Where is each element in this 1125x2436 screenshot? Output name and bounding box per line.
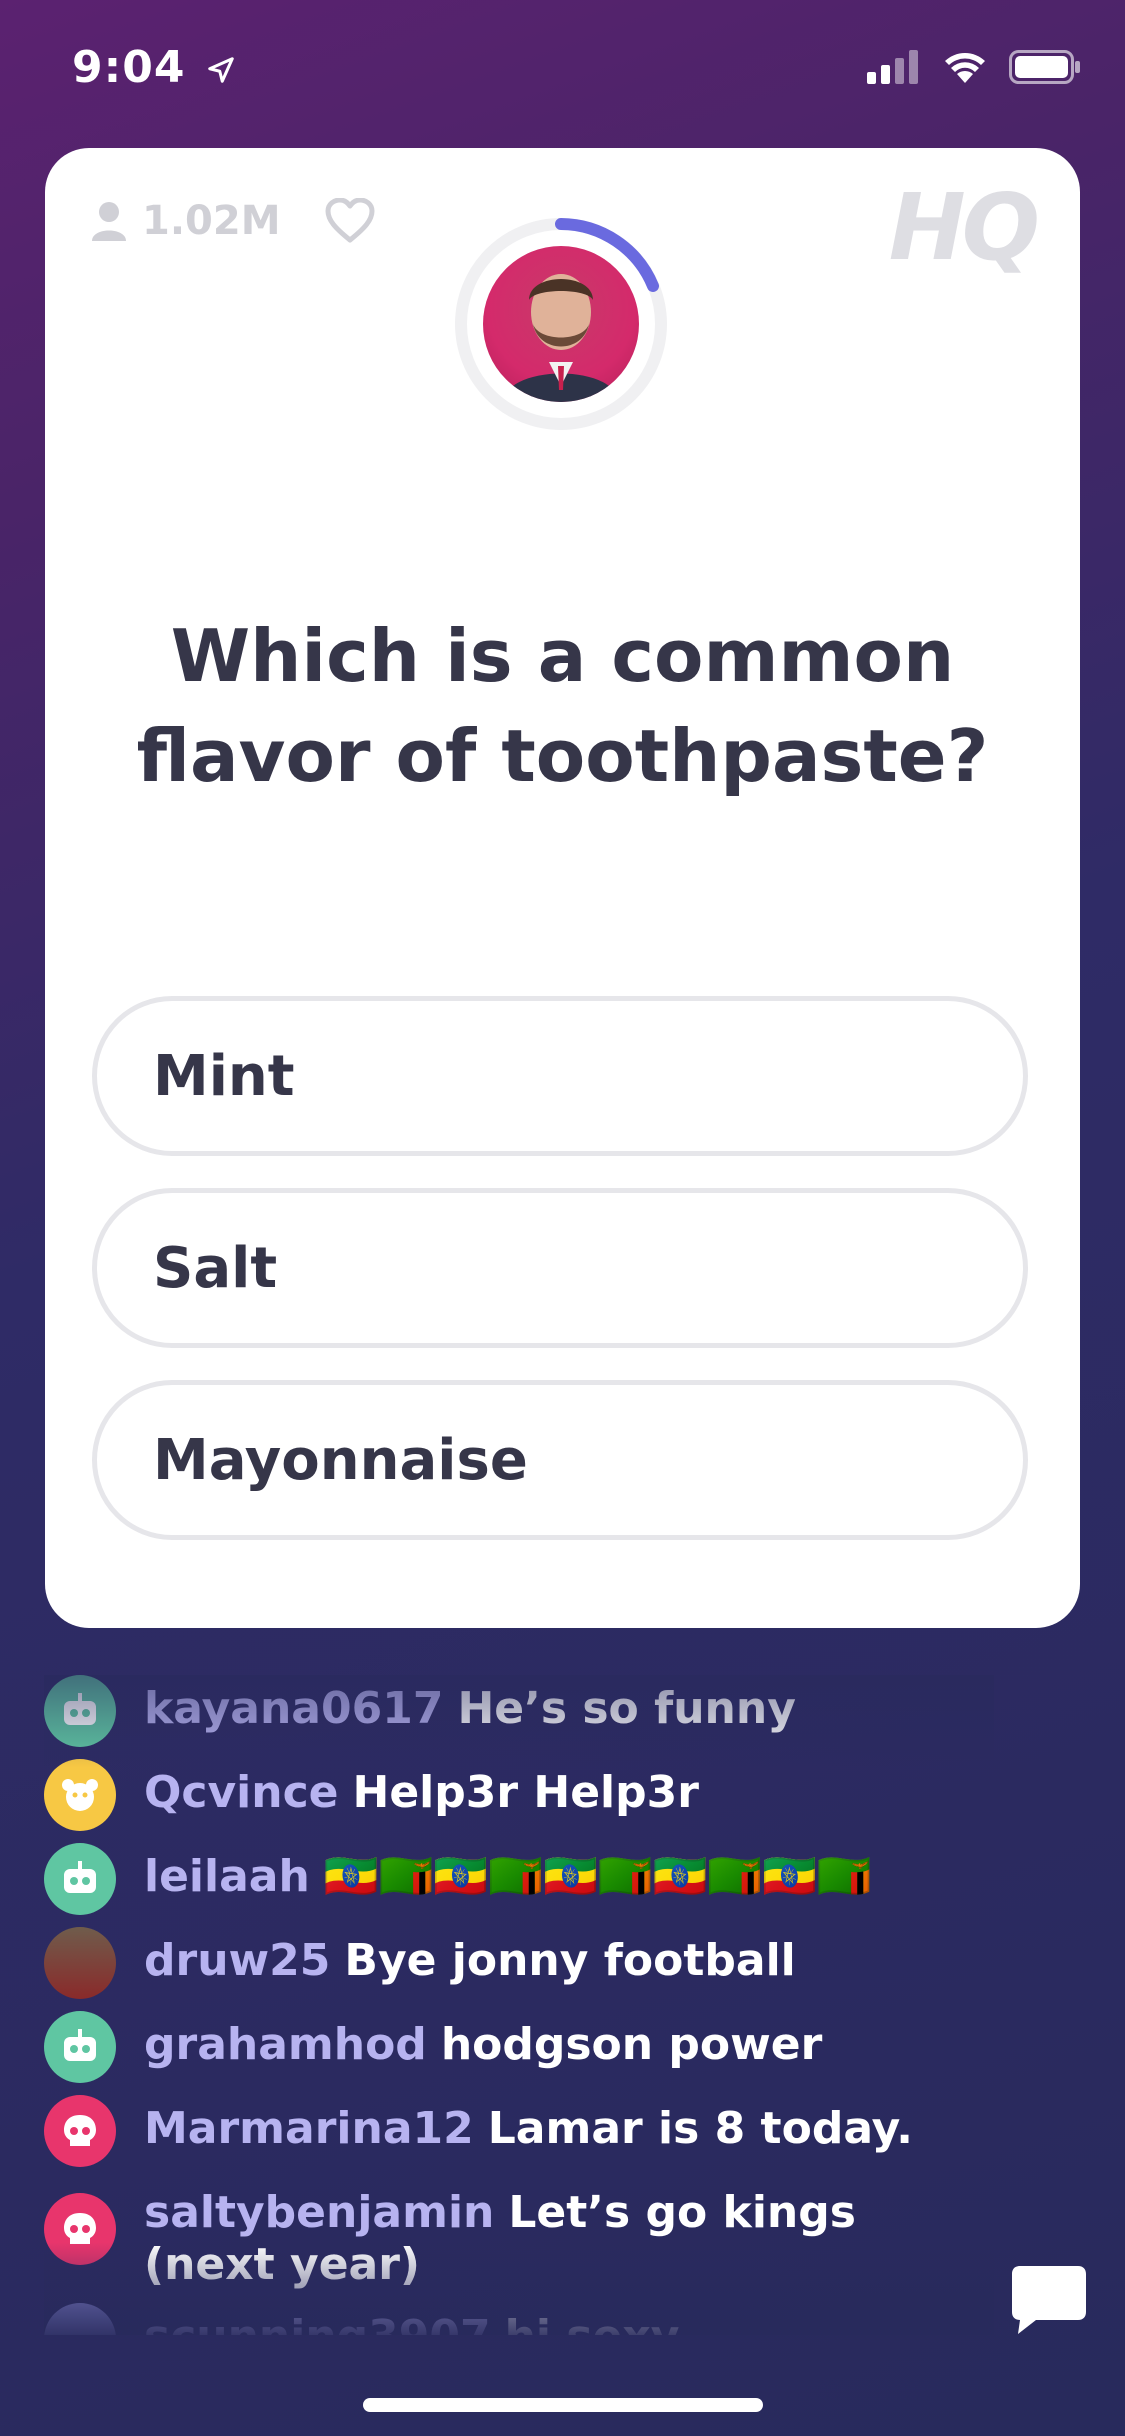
wifi-icon (945, 53, 985, 83)
chat-text: Bye jonny football (344, 1935, 796, 1986)
chat-text: He’s so funny (457, 1683, 796, 1734)
chat-message: druw25 Bye jonny football (44, 1927, 994, 1999)
bear-avatar-icon (44, 1759, 116, 1831)
answer-label: Mint (153, 1043, 295, 1109)
answer-label: Salt (153, 1235, 278, 1301)
person-icon (92, 202, 126, 241)
chat-feed[interactable]: kayana0617 He’s so funny Qcvince Help3r … (44, 1675, 994, 2335)
robot-avatar-icon (44, 1675, 116, 1747)
chat-message: leilaah 🇪🇹🇿🇲🇪🇹🇿🇲🇪🇹🇿🇲🇪🇹🇿🇲🇪🇹🇿🇲 (44, 1843, 994, 1915)
home-indicator[interactable] (363, 2398, 763, 2412)
location-arrow-icon (208, 57, 234, 83)
like-button[interactable] (325, 197, 375, 248)
viewer-count-text: 1.02M (142, 198, 281, 244)
chat-username: saltybenjamin (144, 2187, 495, 2238)
chat-username: Qcvince (144, 1767, 339, 1818)
photo-avatar (44, 1927, 116, 1999)
answer-option-1[interactable]: Mint (92, 996, 1028, 1156)
chat-button[interactable] (1008, 2262, 1090, 2338)
chat-bubble-icon (1012, 2266, 1086, 2334)
chat-message: grahamhod hodgson power (44, 2011, 994, 2083)
viewer-count: 1.02M (90, 198, 281, 244)
battery-icon (1009, 50, 1080, 84)
chat-username: grahamhod (144, 2019, 427, 2070)
question-card: 1.02M HQ Which is a common flavor of too… (45, 148, 1080, 1628)
cellular-signal-icon (867, 50, 918, 84)
host-avatar (483, 246, 639, 402)
heart-icon (325, 197, 375, 243)
answer-label: Mayonnaise (153, 1427, 528, 1493)
chat-message: kayana0617 He’s so funny (44, 1675, 994, 1747)
skull-avatar-icon (44, 2095, 116, 2167)
answer-option-3[interactable]: Mayonnaise (92, 1380, 1028, 1540)
chat-message: scunning3907 hi sexy (44, 2303, 994, 2335)
status-time: 9:04 (72, 42, 236, 93)
answer-option-2[interactable]: Salt (92, 1188, 1028, 1348)
status-icons (867, 50, 1081, 84)
robot-avatar-icon (44, 1843, 116, 1915)
chat-text: Lamar is 8 today. (487, 2103, 914, 2154)
chat-text: hodgson power (440, 2019, 823, 2070)
chat-username: druw25 (144, 1935, 331, 1986)
question-text: Which is a common flavor of toothpaste? (136, 614, 989, 798)
skull-avatar-icon (44, 2193, 116, 2265)
user-avatar-icon (44, 2303, 116, 2335)
chat-username: Marmarina12 (144, 2103, 474, 2154)
chat-username: scunning3907 (144, 2311, 491, 2335)
clock-text: 9:04 (72, 42, 186, 93)
chat-username: leilaah (144, 1851, 310, 1902)
chat-text: 🇪🇹🇿🇲🇪🇹🇿🇲🇪🇹🇿🇲🇪🇹🇿🇲🇪🇹🇿🇲 (323, 1851, 872, 1902)
robot-avatar-icon (44, 2011, 116, 2083)
chat-message: Marmarina12 Lamar is 8 today. (44, 2095, 994, 2167)
chat-text: hi sexy (505, 2311, 680, 2335)
chat-text: Help3r Help3r (352, 1767, 699, 1818)
chat-username: kayana0617 (144, 1683, 444, 1734)
chat-message: Qcvince Help3r Help3r (44, 1759, 994, 1831)
hq-logo: HQ (888, 174, 1040, 281)
chat-message: saltybenjamin Let’s go kings (next year) (44, 2179, 994, 2291)
